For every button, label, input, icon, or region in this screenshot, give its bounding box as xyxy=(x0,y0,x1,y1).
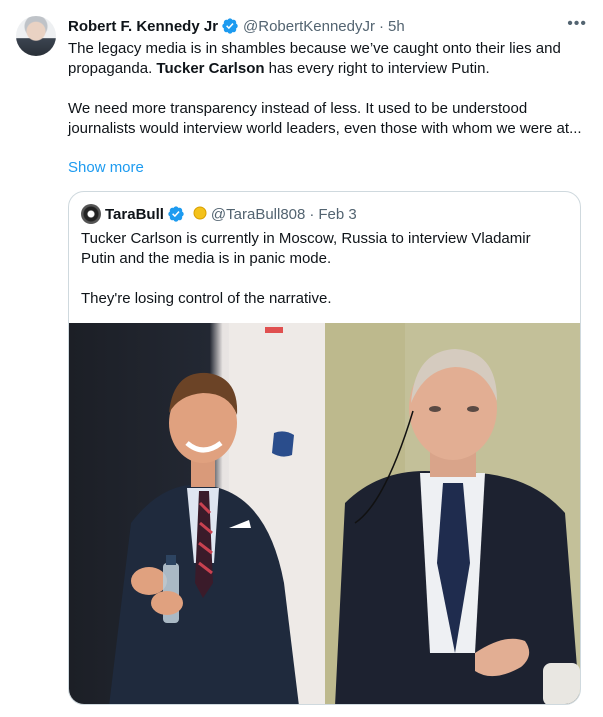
tweet-header: Robert F. Kennedy Jr @RobertKennedyJr · … xyxy=(68,16,587,36)
more-options-icon[interactable]: ••• xyxy=(567,16,587,32)
yellow-circle-emoji-icon xyxy=(193,206,207,223)
media-photo-right[interactable] xyxy=(325,323,580,704)
photo-tucker-carlson xyxy=(109,323,325,704)
tweet-time[interactable]: 5h xyxy=(388,18,405,35)
quoted-author-handle[interactable]: @TaraBull808 xyxy=(211,206,305,223)
verified-badge-icon xyxy=(167,205,185,223)
author-name[interactable]: Robert F. Kennedy Jr xyxy=(68,18,218,35)
tweet[interactable]: Robert F. Kennedy Jr @RobertKennedyJr · … xyxy=(0,0,603,717)
quoted-paragraph-1: Tucker Carlson is currently in Moscow, R… xyxy=(81,230,531,267)
author-avatar[interactable] xyxy=(16,16,56,56)
quoted-author-avatar[interactable] xyxy=(81,204,101,224)
tweet-text: The legacy media is in shambles because … xyxy=(68,39,588,139)
tweet-paragraph-1: The legacy media is in shambles because … xyxy=(68,39,588,79)
tweet-text-part: has every right to interview Putin. xyxy=(264,60,490,77)
quoted-tweet-date[interactable]: Feb 3 xyxy=(318,206,356,223)
author-handle[interactable]: @RobertKennedyJr xyxy=(243,18,375,35)
quoted-tweet-header: TaraBull @TaraBull808 · Feb 3 xyxy=(81,204,357,224)
tweet-paragraph-2: We need more transparency instead of les… xyxy=(68,100,582,137)
header-separator: · xyxy=(379,17,384,35)
tweet-bold-name: Tucker Carlson xyxy=(156,60,265,77)
quoted-tweet[interactable]: TaraBull @TaraBull808 · Feb 3 Tucker Car… xyxy=(68,191,581,705)
quoted-tweet-text: Tucker Carlson is currently in Moscow, R… xyxy=(81,229,561,309)
verified-badge-icon xyxy=(221,17,239,35)
quoted-header-separator: · xyxy=(309,205,315,223)
quoted-paragraph-2: They're losing control of the narrative. xyxy=(81,290,332,307)
media-photo-left[interactable] xyxy=(69,323,325,704)
show-more-link[interactable]: Show more xyxy=(68,159,144,176)
photo-vladimir-putin xyxy=(325,323,580,704)
quoted-author-name[interactable]: TaraBull xyxy=(105,206,164,223)
quoted-media[interactable] xyxy=(69,323,580,704)
